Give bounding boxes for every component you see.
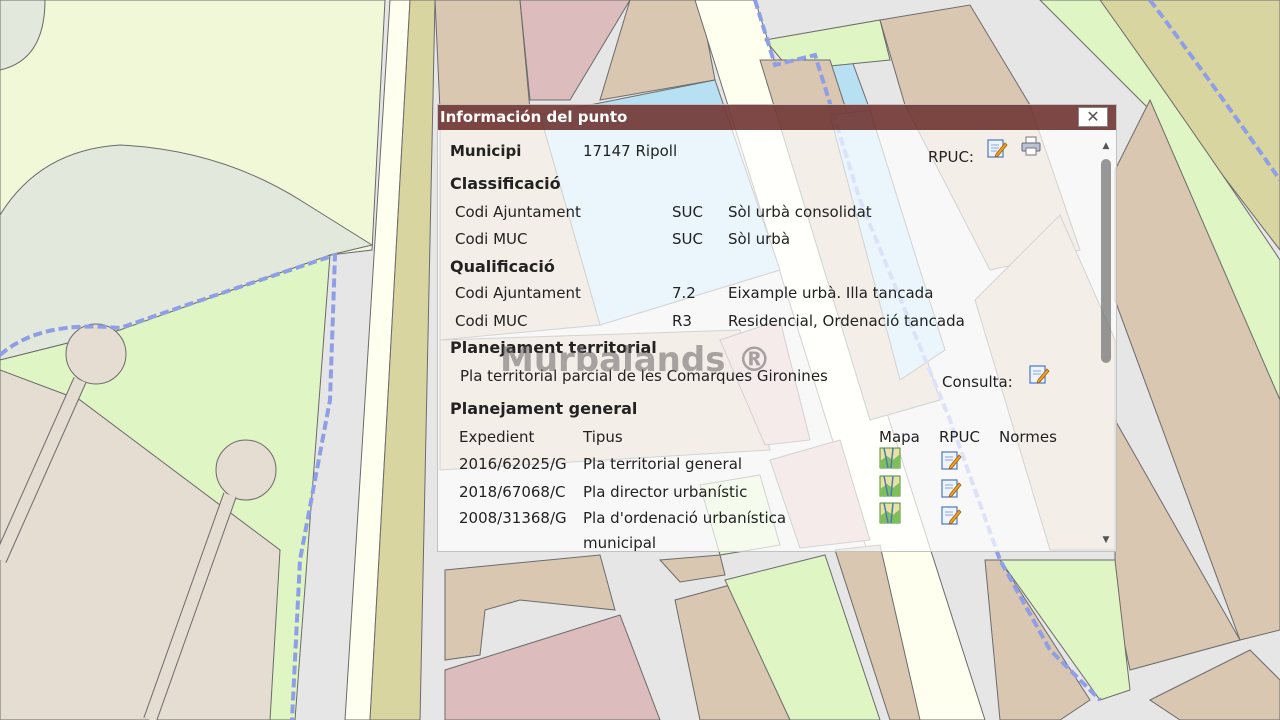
- block-tan-1: [434, 0, 531, 111]
- qual-row-1-code: 7.2: [672, 284, 696, 302]
- row-3-tipus: Pla d'ordenació urbanística: [583, 509, 787, 527]
- cul-de-sac-2: [215, 439, 277, 501]
- col-mapa: Mapa: [879, 428, 920, 446]
- qual-row-2-desc: Residencial, Ordenació tancada: [728, 312, 965, 330]
- rpuc-edit-icon[interactable]: [940, 477, 962, 499]
- qual-row-1-label: Codi Ajuntament: [455, 284, 581, 302]
- col-tipus: Tipus: [583, 428, 623, 446]
- rpuc-edit-icon[interactable]: [940, 449, 962, 471]
- scroll-down-arrow-icon[interactable]: ▼: [1100, 535, 1112, 545]
- qual-row-1-desc: Eixample urbà. Illa tancada: [728, 284, 934, 302]
- scroll-up-arrow-icon[interactable]: ▲: [1100, 141, 1112, 151]
- rpuc-edit-icon[interactable]: [940, 504, 962, 526]
- row-1-tipus: Pla territorial general: [583, 455, 743, 473]
- class-row-1-label: Codi Ajuntament: [455, 203, 581, 221]
- close-icon: ✕: [1086, 107, 1100, 126]
- municipi-label: Municipi: [450, 142, 522, 160]
- class-row-1-code: SUC: [672, 203, 703, 221]
- scrollbar-thumb[interactable]: [1101, 159, 1111, 363]
- class-row-2-code: SUC: [672, 230, 703, 248]
- consulta-label: Consulta:: [942, 373, 1013, 391]
- rpuc-edit-icon[interactable]: [986, 137, 1008, 159]
- rpuc-label: RPUC:: [928, 148, 974, 166]
- qual-row-2-code: R3: [672, 312, 692, 330]
- map-icon[interactable]: [879, 475, 901, 497]
- map-icon[interactable]: [879, 447, 901, 469]
- map-icon[interactable]: [879, 502, 901, 524]
- classificacio-heading: Classificació: [450, 174, 561, 193]
- printer-icon[interactable]: [1020, 135, 1042, 157]
- class-row-2-label: Codi MUC: [455, 230, 528, 248]
- col-rpuc: RPUC: [939, 428, 980, 446]
- row-2-tipus: Pla director urbanístic: [583, 483, 748, 501]
- row-2-expedient: 2018/67068/C: [459, 483, 566, 501]
- close-button[interactable]: ✕: [1078, 107, 1108, 127]
- popup-title: Información del punto: [440, 108, 628, 126]
- info-popup: Información del punto ✕ Municipi 17147 R…: [437, 104, 1117, 552]
- class-row-2-desc: Sòl urbà: [728, 230, 791, 248]
- municipi-value: 17147 Ripoll: [583, 142, 678, 160]
- row-1-expedient: 2016/62025/G: [459, 455, 567, 473]
- watermark: Murbalands ®: [500, 340, 772, 380]
- qualificacio-heading: Qualificació: [450, 257, 555, 276]
- col-expedient: Expedient: [459, 428, 535, 446]
- general-heading: Planejament general: [450, 399, 638, 418]
- class-row-1-desc: Sòl urbà consolidat: [728, 203, 872, 221]
- row-3-expedient: 2008/31368/G: [459, 509, 567, 527]
- consulta-edit-icon[interactable]: [1028, 363, 1050, 385]
- popup-header[interactable]: Información del punto ✕: [438, 105, 1116, 130]
- row-3-tipus-cont: municipal: [583, 534, 657, 551]
- cul-de-sac-1: [65, 323, 127, 385]
- col-normes: Normes: [999, 428, 1057, 446]
- qual-row-2-label: Codi MUC: [455, 312, 528, 330]
